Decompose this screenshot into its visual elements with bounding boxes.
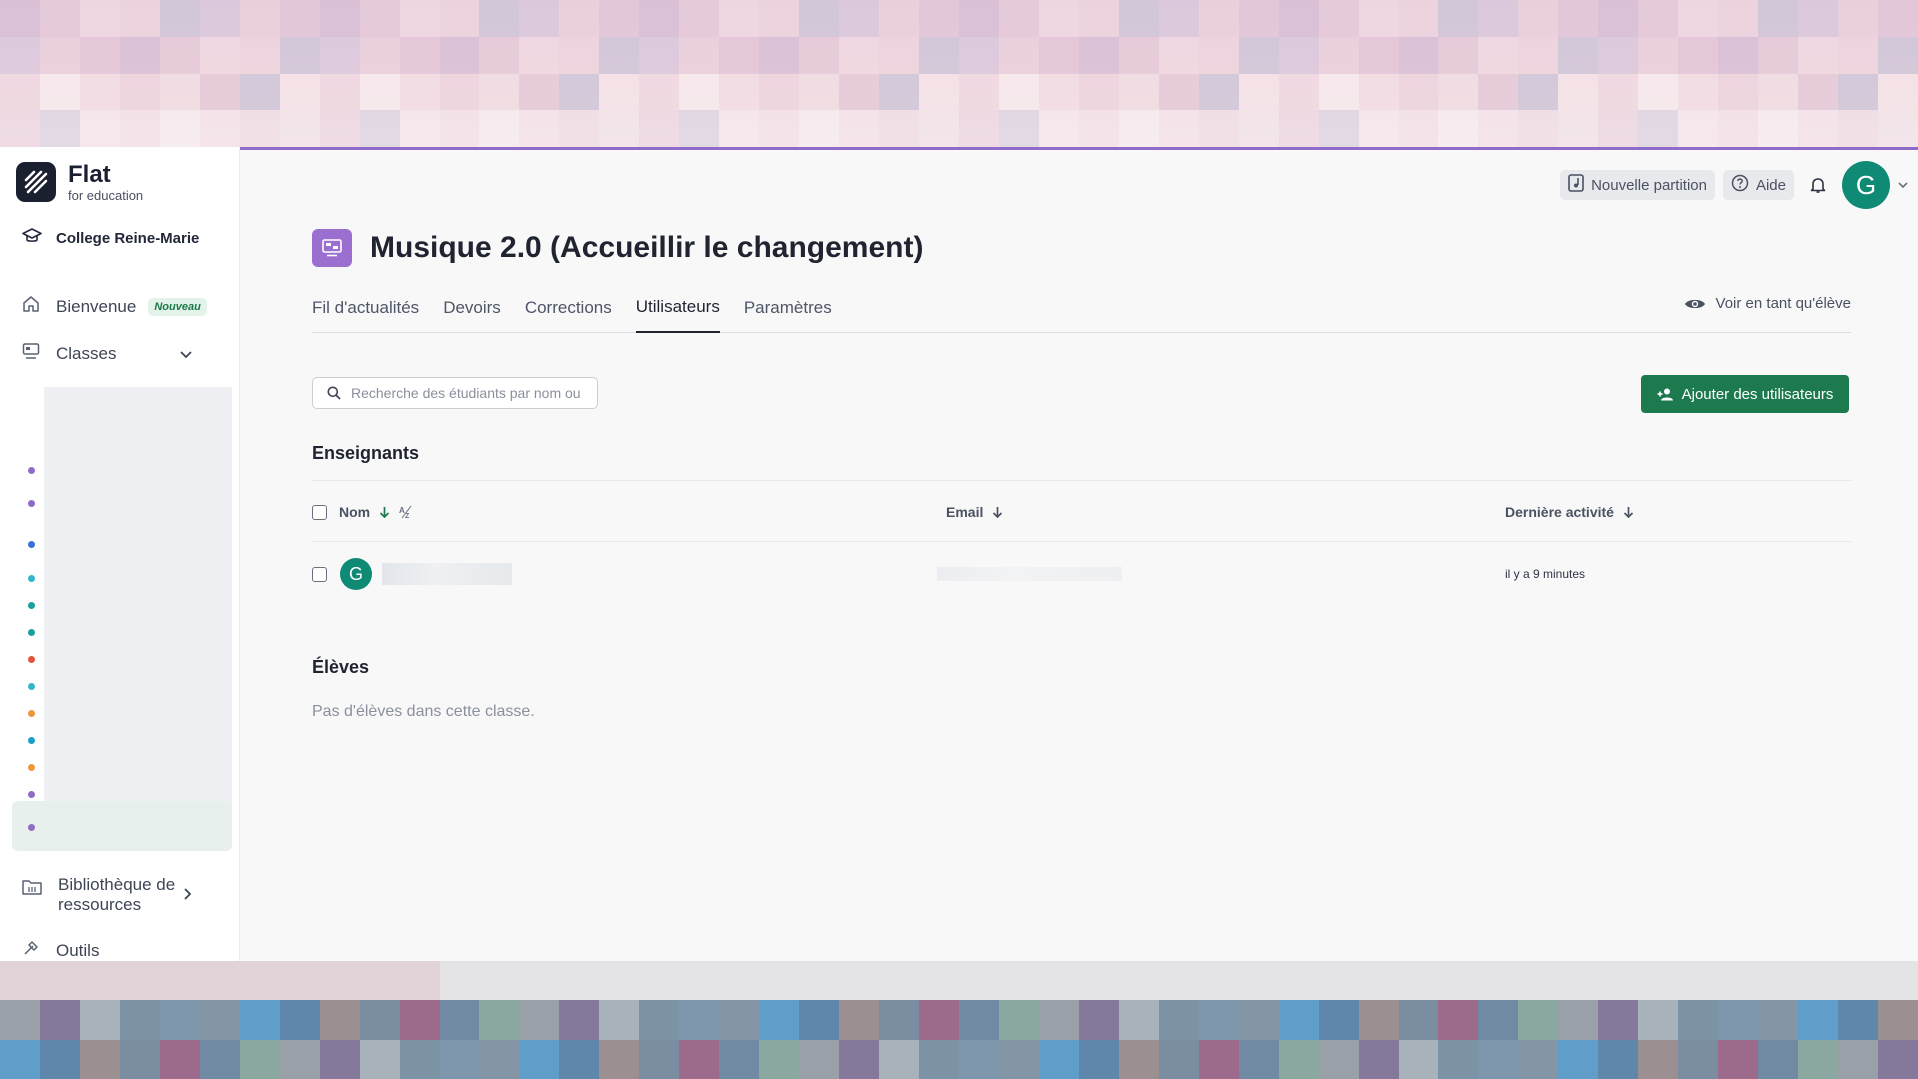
last-activity-column-header[interactable]: Dernière activité (1505, 481, 1634, 543)
class-color-dot (28, 467, 35, 474)
blurred-top-region (0, 0, 1918, 147)
teacher-last-activity: il y a 9 minutes (1505, 567, 1586, 581)
teacher-avatar: G (340, 558, 372, 590)
school-selector[interactable]: College Reine-Marie (22, 227, 199, 249)
sidebar-item-label: Bibliothèque de ressources (58, 875, 176, 914)
select-all-checkbox[interactable] (312, 504, 327, 520)
class-color-dot (28, 764, 35, 771)
chevron-down-icon[interactable] (180, 344, 192, 364)
sidebar-item-tools[interactable]: Outils (22, 939, 99, 962)
chevron-right-icon[interactable] (184, 885, 192, 905)
chevron-down-icon[interactable] (1898, 181, 1908, 189)
email-column-header[interactable]: Email (946, 481, 1003, 543)
header-actions: Nouvelle partition Aide G (1560, 161, 1908, 209)
page-title: Musique 2.0 (Accueillir le changement) (370, 231, 924, 264)
tab-assignments[interactable]: Devoirs (443, 283, 501, 333)
app-window: Flat for education College Reine-Marie B… (0, 147, 1918, 961)
class-icon (312, 229, 352, 267)
add-users-button[interactable]: Ajouter des utilisateurs (1641, 375, 1849, 413)
search-icon (327, 386, 341, 400)
sidebar-item-library[interactable]: Bibliothèque de ressources (22, 875, 218, 915)
help-label: Aide (1755, 176, 1786, 194)
class-color-dot (28, 500, 35, 507)
class-color-dot (28, 656, 35, 663)
eye-icon (1684, 297, 1706, 311)
tools-icon (22, 939, 40, 962)
flat-logo[interactable]: Flat for education (16, 162, 143, 202)
last-activity-column-label: Dernière activité (1505, 504, 1614, 520)
classes-icon (22, 342, 40, 365)
folder-icon (22, 879, 42, 900)
logo-title: Flat (68, 160, 111, 188)
new-badge: Nouveau (148, 297, 207, 316)
row-checkbox[interactable] (312, 566, 327, 582)
table-header: Nom AZ Email Dernière activité (312, 480, 1851, 542)
sidebar-item-classes[interactable]: Classes (22, 342, 218, 365)
table-row[interactable]: G il y a 9 minutes (312, 542, 1851, 606)
graduation-cap-icon (22, 227, 42, 249)
user-avatar[interactable]: G (1842, 161, 1890, 209)
student-search (312, 377, 598, 409)
class-color-dot (28, 737, 35, 744)
blurred-class-list (44, 387, 232, 807)
teachers-heading: Enseignants (312, 443, 420, 463)
sort-arrow-down-icon[interactable] (992, 506, 1003, 518)
active-class-highlight[interactable] (12, 801, 232, 851)
svg-text:Z: Z (405, 513, 410, 519)
sidebar-item-label: Bienvenue (56, 296, 137, 316)
help-button[interactable]: Aide (1722, 170, 1794, 200)
tab-users[interactable]: Utilisateurs (635, 283, 720, 333)
logo-subtitle: for education (68, 187, 144, 203)
bell-icon[interactable] (1810, 176, 1826, 194)
class-color-dot (28, 541, 35, 548)
tab-news[interactable]: Fil d'actualités (312, 283, 419, 333)
view-as-student-link[interactable]: Voir en tant qu'élève (1684, 295, 1851, 312)
search-input[interactable] (351, 385, 587, 401)
new-score-label: Nouvelle partition (1591, 176, 1707, 194)
sort-arrow-down-icon[interactable] (379, 506, 390, 518)
tab-settings[interactable]: Paramètres (744, 283, 832, 333)
add-users-label: Ajouter des utilisateurs (1681, 385, 1834, 403)
row-checkbox-cell (312, 542, 327, 606)
blurred-teacher-email (937, 567, 1122, 581)
sidebar-item-bienvenue[interactable]: Bienvenue Nouveau (22, 295, 207, 318)
page-header: Musique 2.0 (Accueillir le changement) (312, 229, 923, 267)
home-icon (22, 295, 40, 318)
view-as-label: Voir en tant qu'élève (1715, 295, 1851, 312)
class-color-dot (28, 683, 35, 690)
class-color-dot (28, 629, 35, 636)
teachers-table: Nom AZ Email Dernière activité G il y a … (312, 480, 1851, 606)
tab-corrections[interactable]: Corrections (525, 283, 612, 333)
name-column-header[interactable]: Nom AZ (312, 481, 413, 543)
add-user-icon (1657, 388, 1674, 401)
sort-arrow-down-icon[interactable] (1623, 506, 1634, 518)
sidebar: Flat for education College Reine-Marie B… (0, 147, 240, 961)
email-column-label: Email (946, 504, 984, 520)
teacher-name-cell: G (340, 542, 512, 606)
name-column-label: Nom (339, 504, 371, 520)
flat-logo-icon (16, 162, 56, 202)
music-note-icon (1568, 174, 1584, 196)
main-content: Nouvelle partition Aide G Musique 2.0 (A… (241, 147, 1918, 961)
class-color-dot (28, 575, 35, 582)
blurred-bottom-region (0, 961, 1918, 1079)
sidebar-item-label: Classes (56, 343, 117, 363)
new-score-button[interactable]: Nouvelle partition (1560, 170, 1715, 200)
blurred-teacher-name (382, 563, 512, 585)
school-name: College Reine-Marie (56, 229, 200, 247)
class-color-dot (28, 824, 35, 831)
class-color-dot (28, 710, 35, 717)
help-icon (1731, 174, 1749, 196)
students-empty-message: Pas d'élèves dans cette classe. (312, 703, 535, 720)
students-heading: Élèves (312, 657, 370, 677)
teacher-email-cell (937, 542, 1122, 606)
class-color-dot (28, 791, 35, 798)
sidebar-item-label: Outils (56, 940, 100, 960)
sort-alphabetical-icon[interactable]: AZ (399, 505, 413, 519)
class-tabs: Fil d'actualités Devoirs Corrections Uti… (312, 283, 1851, 333)
class-color-dot (28, 602, 35, 609)
